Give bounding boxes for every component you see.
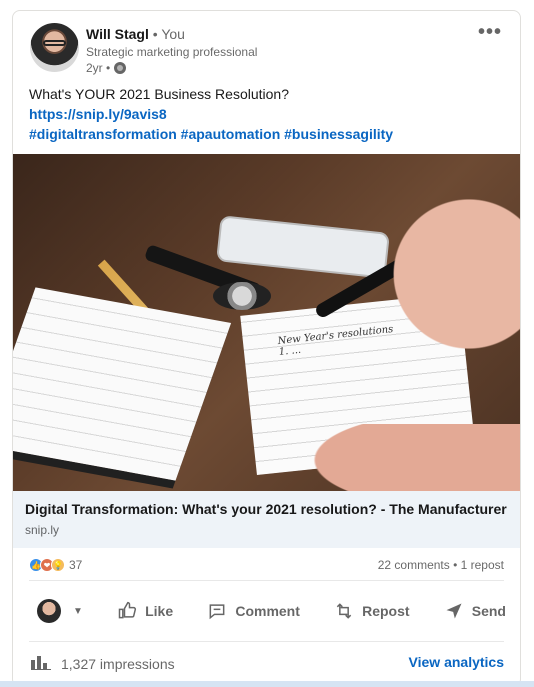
reaction-count: 37 xyxy=(69,558,83,572)
comment-button[interactable]: Comment xyxy=(207,601,300,621)
comment-label: Comment xyxy=(235,603,300,619)
you-label: • You xyxy=(148,26,185,42)
reaction-avatar-button[interactable]: ▼ xyxy=(37,599,83,623)
comment-icon xyxy=(207,601,227,621)
hand-image xyxy=(373,179,520,369)
post-card: Will Stagl • You Strategic marketing pro… xyxy=(12,10,521,687)
insightful-reaction-icon: 💡 xyxy=(51,558,65,572)
like-button[interactable]: Like xyxy=(117,601,173,621)
link-title[interactable]: Digital Transformation: What's your 2021… xyxy=(25,501,508,517)
link-source: snip.ly xyxy=(25,523,60,537)
like-label: Like xyxy=(145,603,174,619)
send-button[interactable]: Send xyxy=(444,601,506,621)
impressions[interactable]: 1,327 impressions xyxy=(31,654,175,673)
bottom-strip xyxy=(0,681,534,687)
chevron-down-icon: ▼ xyxy=(73,605,83,617)
thumbs-up-icon xyxy=(117,601,137,621)
send-icon xyxy=(444,601,464,621)
analytics-footer: 1,327 impressions View analytics xyxy=(29,641,504,681)
repost-label: Repost xyxy=(362,603,410,619)
post-time-text: 2yr • xyxy=(86,61,111,75)
impressions-label: 1,327 impressions xyxy=(61,655,175,672)
more-options-icon[interactable]: ••• xyxy=(478,21,502,44)
view-analytics-link[interactable]: View analytics xyxy=(409,654,504,670)
author-name[interactable]: Will Stagl xyxy=(86,26,149,42)
post-image[interactable]: New Year's resolutions 1. ... xyxy=(13,154,520,491)
post-time: 2yr • xyxy=(86,61,127,75)
repost-button[interactable]: Repost xyxy=(334,601,410,621)
social-counts: 👍 ❤ 💡 37 22 comments • 1 repost xyxy=(29,548,504,581)
author-headline: Strategic marketing professional xyxy=(86,45,258,59)
repost-icon xyxy=(334,601,354,621)
post-body: What's YOUR 2021 Business Resolution? xyxy=(29,86,289,102)
phone-image xyxy=(216,215,390,279)
hand-image-2 xyxy=(293,424,520,491)
post-link[interactable]: https://snip.ly/9avis8 xyxy=(29,104,504,124)
post-hashtags[interactable]: #digitaltransformation #apautomation #bu… xyxy=(29,124,504,144)
globe-icon xyxy=(114,62,127,74)
author-avatar[interactable] xyxy=(30,23,79,72)
author-name-line: Will Stagl • You xyxy=(86,26,185,42)
action-bar: ▼ Like Comment Repost Send xyxy=(13,581,520,641)
small-avatar xyxy=(37,599,61,623)
post-header: Will Stagl • You Strategic marketing pro… xyxy=(13,11,520,86)
notebook-image xyxy=(13,287,232,481)
link-preview[interactable]: Digital Transformation: What's your 2021… xyxy=(13,491,520,548)
watch-image xyxy=(213,282,271,310)
glasses-decoration xyxy=(43,40,66,46)
post-text: What's YOUR 2021 Business Resolution? ht… xyxy=(13,84,520,144)
reactions-summary[interactable]: 👍 ❤ 💡 37 xyxy=(29,558,82,572)
send-label: Send xyxy=(471,603,506,619)
bar-chart-icon xyxy=(31,654,51,673)
comments-reposts[interactable]: 22 comments • 1 repost xyxy=(378,558,504,572)
